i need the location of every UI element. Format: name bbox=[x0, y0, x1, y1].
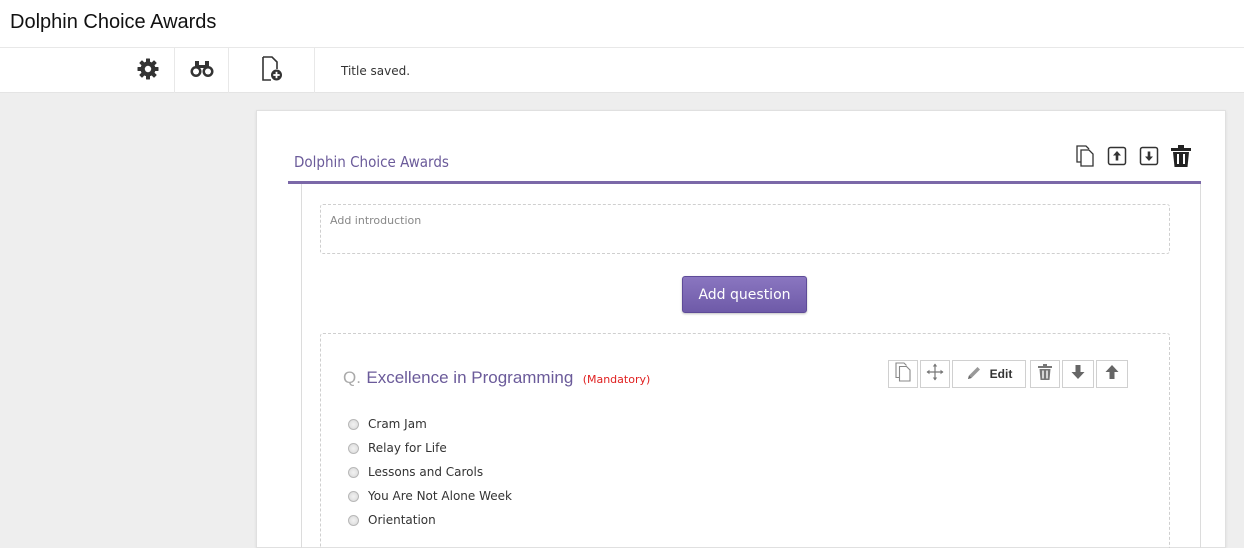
radio-button[interactable] bbox=[348, 442, 359, 454]
survey-card: Dolphin Choice Awards Add introduction A… bbox=[256, 110, 1226, 548]
preview-button[interactable] bbox=[175, 48, 229, 93]
radio-button[interactable] bbox=[348, 418, 359, 430]
add-question-button[interactable]: Add question bbox=[682, 276, 807, 313]
question-title: Excellence in Programming bbox=[366, 368, 574, 387]
app-title-bar: Dolphin Choice Awards bbox=[0, 0, 1244, 47]
export-button[interactable] bbox=[1106, 145, 1128, 171]
new-document-button[interactable] bbox=[229, 48, 315, 93]
move-down-button[interactable] bbox=[1062, 360, 1094, 388]
option-label: Orientation bbox=[368, 513, 436, 527]
option-label: Lessons and Carols bbox=[368, 465, 484, 479]
new-document-icon bbox=[261, 55, 283, 86]
option-row[interactable]: Relay for Life bbox=[348, 436, 512, 460]
radio-button[interactable] bbox=[348, 514, 359, 526]
option-label: Relay for Life bbox=[368, 441, 447, 455]
question-heading: Q. Excellence in Programming (Mandatory) bbox=[343, 368, 650, 388]
gear-icon bbox=[136, 57, 160, 85]
survey-title[interactable]: Dolphin Choice Awards bbox=[294, 153, 449, 171]
edit-label: Edit bbox=[989, 367, 1013, 381]
question-tools: Edit bbox=[888, 360, 1130, 388]
export-icon bbox=[1107, 146, 1127, 170]
option-row[interactable]: You Are Not Alone Week bbox=[348, 484, 512, 508]
import-button[interactable] bbox=[1138, 145, 1160, 171]
import-icon bbox=[1139, 146, 1159, 170]
answer-options: Cram Jam Relay for Life Lessons and Caro… bbox=[348, 412, 512, 532]
option-row[interactable]: Orientation bbox=[348, 508, 512, 532]
status-message: Title saved. bbox=[341, 64, 411, 78]
option-row[interactable]: Lessons and Carols bbox=[348, 460, 512, 484]
move-question-button[interactable] bbox=[920, 360, 950, 388]
option-row[interactable]: Cram Jam bbox=[348, 412, 512, 436]
trash-icon bbox=[1170, 144, 1192, 172]
arrow-up-icon bbox=[1104, 364, 1120, 384]
option-label: Cram Jam bbox=[368, 417, 427, 431]
radio-button[interactable] bbox=[348, 490, 359, 502]
radio-button[interactable] bbox=[348, 466, 359, 478]
delete-question-button[interactable] bbox=[1030, 360, 1060, 388]
introduction-placeholder: Add introduction bbox=[330, 214, 422, 227]
copy-icon bbox=[1076, 145, 1094, 171]
option-label: You Are Not Alone Week bbox=[368, 489, 512, 503]
copy-survey-button[interactable] bbox=[1074, 145, 1096, 171]
arrow-down-icon bbox=[1070, 364, 1086, 384]
copy-question-button[interactable] bbox=[888, 360, 918, 388]
copy-icon bbox=[895, 362, 911, 386]
settings-button[interactable] bbox=[121, 48, 175, 93]
move-icon bbox=[926, 363, 944, 385]
delete-survey-button[interactable] bbox=[1170, 145, 1192, 171]
app-title: Dolphin Choice Awards bbox=[10, 11, 217, 33]
survey-title-tools bbox=[1074, 145, 1192, 171]
edit-pencil-icon bbox=[966, 365, 982, 384]
question-block[interactable]: Q. Excellence in Programming (Mandatory) bbox=[320, 333, 1170, 548]
mandatory-label: (Mandatory) bbox=[582, 373, 651, 386]
edit-question-button[interactable]: Edit bbox=[952, 360, 1026, 388]
move-up-button[interactable] bbox=[1096, 360, 1128, 388]
toolbar: Title saved. bbox=[0, 47, 1244, 93]
trash-icon bbox=[1037, 363, 1053, 385]
binoculars-icon bbox=[189, 60, 215, 82]
introduction-field[interactable]: Add introduction bbox=[320, 204, 1170, 254]
question-prefix: Q. bbox=[343, 368, 361, 387]
